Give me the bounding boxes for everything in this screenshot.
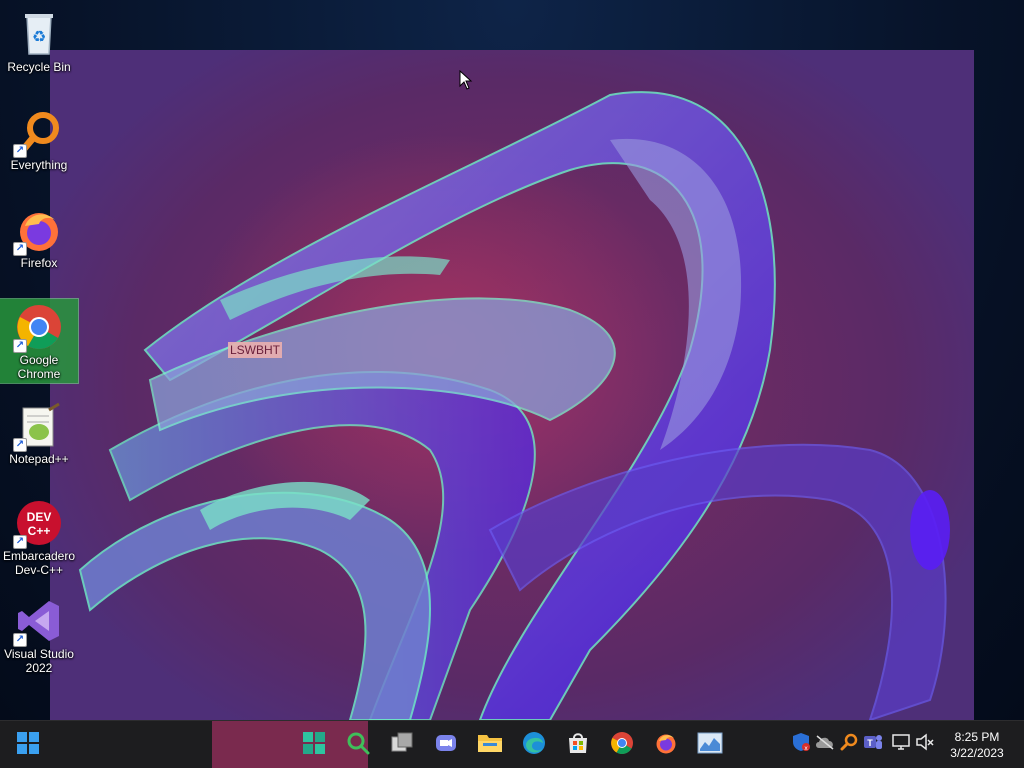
widgets-icon — [302, 731, 326, 760]
desktop-icon-label: Visual Studio 2022 — [4, 647, 74, 675]
volume-tray-button[interactable] — [914, 732, 936, 756]
shortcut-arrow-icon: ↗ — [13, 633, 27, 647]
firefox-icon: ↗ — [13, 206, 63, 256]
desktop-icon-visual-studio[interactable]: ↗ Visual Studio 2022 — [0, 593, 78, 679]
desktop-icon-notepad-plus-plus[interactable]: ↗ Notepad++ — [0, 398, 78, 484]
edge-button[interactable] — [516, 727, 552, 763]
shortcut-arrow-icon: ↗ — [13, 339, 27, 353]
svg-text:♻: ♻ — [32, 29, 46, 46]
edge-icon — [522, 731, 546, 760]
start-icon — [16, 731, 40, 760]
chat-button[interactable] — [428, 727, 464, 763]
chrome-icon: ↗ — [13, 303, 63, 353]
teams-icon: T — [863, 732, 883, 757]
task-view-icon — [390, 731, 414, 760]
volume-muted-icon — [915, 732, 935, 756]
wallpaper — [50, 50, 974, 720]
task-view-button[interactable] — [384, 727, 420, 763]
desktop-icon-label: Recycle Bin — [7, 60, 71, 74]
desktop-icon-google-chrome[interactable]: ↗ Google Chrome — [0, 298, 79, 384]
clock-time: 8:25 PM — [954, 730, 1000, 744]
desktop-icon-label: Embarcadero Dev-C++ — [2, 549, 76, 577]
desktop[interactable]: ♻ Recycle Bin ↗ Everything ↗ Firefox ↗ G… — [0, 0, 1024, 720]
visual-studio-icon: ↗ — [13, 597, 63, 647]
security-icon: x — [791, 732, 811, 757]
taskbar: x T 8:25 PM 3/22/2023 — [0, 720, 1024, 768]
desktop-icon-label: Everything — [10, 158, 68, 172]
desktop-icon-everything[interactable]: ↗ Everything — [0, 104, 78, 190]
desktop-icon-label: Notepad++ — [9, 452, 69, 466]
shortcut-arrow-icon: ↗ — [13, 438, 27, 452]
widgets-button[interactable] — [296, 727, 332, 763]
shortcut-arrow-icon: ↗ — [13, 535, 27, 549]
desktop-icon-firefox[interactable]: ↗ Firefox — [0, 202, 78, 288]
file-explorer-button[interactable] — [472, 727, 508, 763]
shortcut-arrow-icon: ↗ — [13, 144, 27, 158]
recycle-bin-icon: ♻ — [15, 10, 63, 58]
chrome-taskbar-button[interactable] — [604, 727, 640, 763]
svg-text:x: x — [804, 745, 808, 752]
store-icon — [566, 731, 590, 760]
desktop-icon-label: Firefox — [20, 256, 58, 270]
clock-date: 3/22/2023 — [950, 746, 1004, 760]
start-button[interactable] — [10, 727, 46, 763]
desktop-icon-label: Google Chrome — [17, 353, 61, 381]
everything-search-icon: ↗ — [13, 108, 63, 158]
desktop-icon-recycle-bin[interactable]: ♻ Recycle Bin — [0, 6, 78, 92]
search-icon — [346, 731, 370, 760]
everything-tray-button[interactable] — [838, 733, 860, 755]
everything-tray-icon — [840, 733, 858, 756]
resource-monitor-icon — [697, 732, 723, 759]
shortcut-arrow-icon: ↗ — [13, 242, 27, 256]
onedrive-tray-button[interactable] — [814, 733, 836, 755]
svg-text:DEV: DEV — [27, 510, 52, 524]
security-tray-button[interactable]: x — [790, 732, 812, 757]
wallpaper-text-label: LSWBHT — [228, 342, 283, 358]
teams-tray-button[interactable]: T — [862, 733, 884, 755]
store-button[interactable] — [560, 727, 596, 763]
taskbar-clock[interactable]: 8:25 PM 3/22/2023 — [942, 729, 1012, 761]
network-icon — [891, 733, 911, 756]
notepad-plus-plus-icon: ↗ — [13, 402, 63, 452]
mouse-cursor-icon — [459, 69, 473, 95]
network-tray-button[interactable] — [890, 733, 912, 755]
desktop-icon-dev-cpp[interactable]: DEV C++ ↗ Embarcadero Dev-C++ — [0, 495, 78, 581]
file-explorer-icon — [477, 731, 503, 760]
firefox-taskbar-button[interactable] — [648, 727, 684, 763]
onedrive-icon — [814, 734, 836, 755]
svg-text:T: T — [867, 738, 873, 748]
svg-text:C++: C++ — [28, 524, 51, 538]
chrome-icon — [610, 731, 634, 760]
dev-cpp-icon: DEV C++ ↗ — [13, 499, 63, 549]
search-button[interactable] — [340, 727, 376, 763]
firefox-icon — [654, 731, 678, 760]
resource-monitor-button[interactable] — [692, 727, 728, 763]
chat-icon — [434, 731, 458, 760]
